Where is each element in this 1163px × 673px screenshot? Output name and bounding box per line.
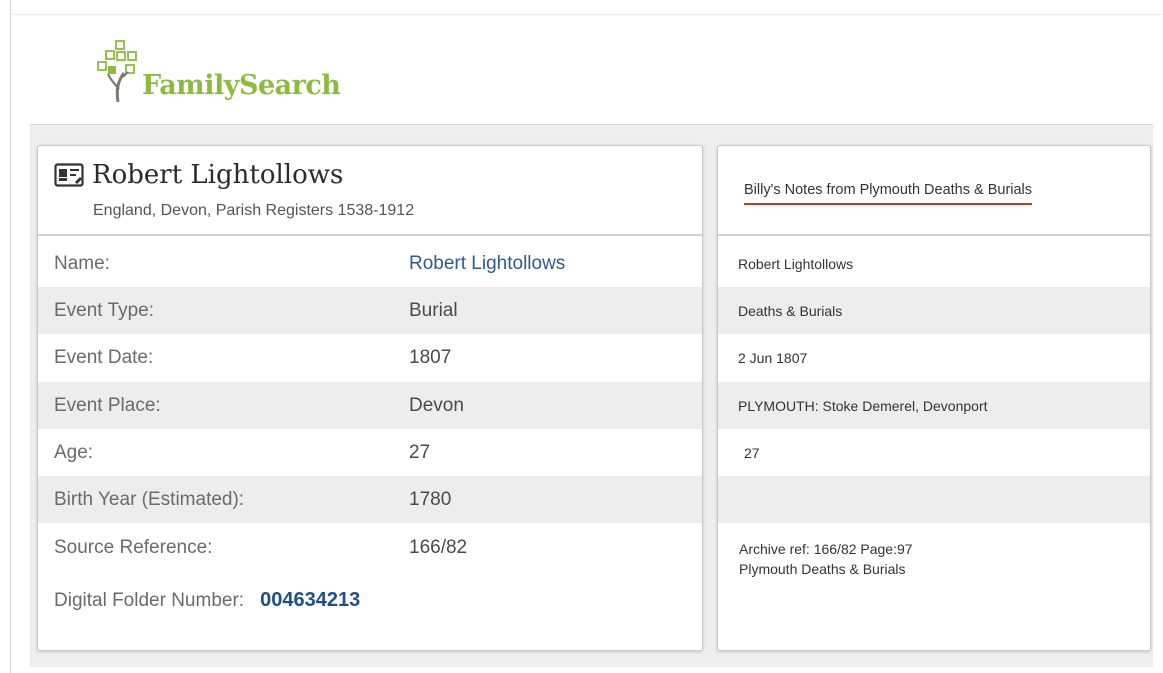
notes-title: Billy's Notes from Plymouth Deaths & Bur… <box>744 182 1033 205</box>
note-row <box>718 476 1150 523</box>
field-label: Event Place: <box>54 395 161 416</box>
field-label: Source Reference: <box>54 537 213 558</box>
field-label: Digital Folder Number: <box>54 590 245 611</box>
note-text: PLYMOUTH: Stoke Demerel, Devonport <box>738 398 988 414</box>
note-row: 27 <box>718 429 1150 476</box>
field-value: 166/82 <box>409 537 468 558</box>
field-label: Age: <box>54 442 94 463</box>
field-value: 27 <box>409 442 431 463</box>
field-row-age: Age: 27 <box>38 429 702 476</box>
familysearch-logo[interactable]: FamilySearch <box>96 39 341 103</box>
note-row: Deaths & Burials <box>718 287 1150 334</box>
field-row-event-type: Event Type: Burial <box>38 287 702 334</box>
note-row: 2 Jun 1807 <box>718 334 1150 381</box>
field-row-name: Name: Robert Lightollows <box>38 240 702 287</box>
field-value: 1807 <box>409 347 452 368</box>
field-label: Name: <box>54 253 110 274</box>
note-row: Robert Lightollows <box>718 240 1150 287</box>
page-edge <box>10 0 11 673</box>
record-card: Robert Lightollows England, Devon, Paris… <box>37 145 703 651</box>
note-text: Deaths & Burials <box>738 303 843 319</box>
collection-name[interactable]: England, Devon, Parish Registers 1538-19… <box>93 202 414 220</box>
source-note-line: Plymouth Deaths & Burials <box>739 561 906 577</box>
record-title: Robert Lightollows <box>54 160 343 190</box>
source-note-line: Archive ref: 166/82 Page:97 <box>739 541 913 557</box>
digital-folder-row: Digital Folder Number: 004634213 <box>54 589 360 612</box>
note-row: PLYMOUTH: Stoke Demerel, Devonport <box>718 382 1150 429</box>
site-header: FamilySearch <box>12 14 1162 125</box>
field-label: Birth Year (Estimated): <box>54 489 245 510</box>
field-row-birth-year: Birth Year (Estimated): 1780 <box>38 476 702 523</box>
field-value: Burial <box>409 300 458 321</box>
field-row-event-date: Event Date: 1807 <box>38 334 702 381</box>
record-card-icon <box>54 163 84 187</box>
field-row-source-reference: Source Reference: 166/82 <box>38 524 702 571</box>
note-text: Robert Lightollows <box>738 256 854 272</box>
logo-text: FamilySearch <box>142 70 341 101</box>
person-name-heading: Robert Lightollows <box>92 160 344 190</box>
notes-card: Billy's Notes from Plymouth Deaths & Bur… <box>717 145 1151 651</box>
record-header: Robert Lightollows England, Devon, Paris… <box>38 146 702 236</box>
family-tree-icon <box>97 40 137 103</box>
digital-folder-number-link[interactable]: 004634213 <box>260 589 360 612</box>
notes-header: Billy's Notes from Plymouth Deaths & Bur… <box>718 146 1150 236</box>
note-text: 2 Jun 1807 <box>738 350 808 366</box>
field-label: Event Date: <box>54 347 154 368</box>
field-value: Devon <box>409 395 464 416</box>
field-row-event-place: Event Place: Devon <box>38 382 702 429</box>
field-value: 1780 <box>409 489 452 510</box>
field-label: Event Type: <box>54 300 154 321</box>
source-note: Archive ref: 166/82 Page:97 Plymouth Dea… <box>739 539 913 579</box>
person-name-link[interactable]: Robert Lightollows <box>409 253 565 275</box>
note-text: 27 <box>744 445 760 461</box>
